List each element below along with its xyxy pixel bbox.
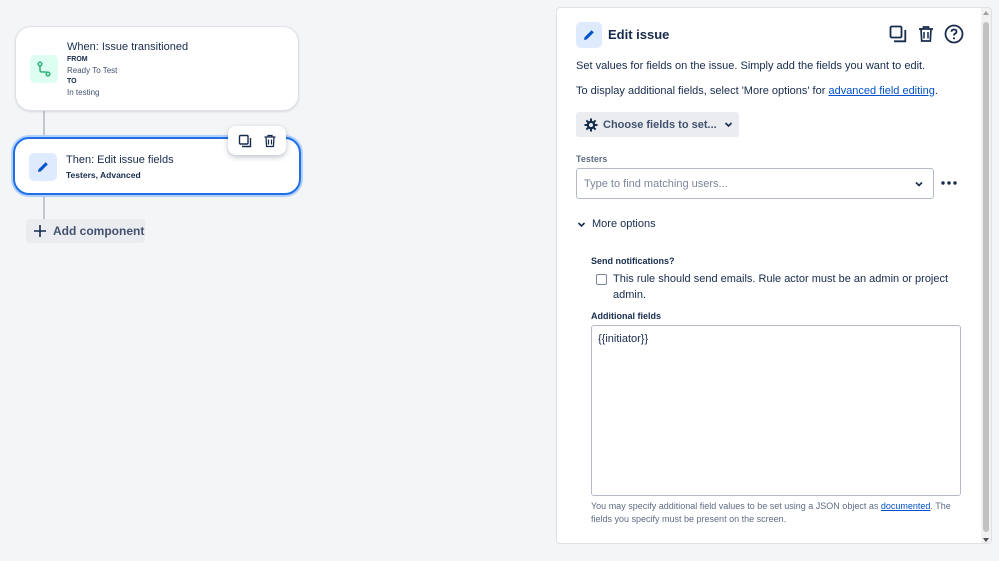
panel-actions (887, 23, 965, 45)
additional-fields-textarea[interactable]: {{initiator}} (591, 325, 961, 496)
to-value: In testing (67, 88, 100, 97)
trigger-title: When: Issue transitioned (67, 41, 189, 53)
panel-scrollbar[interactable] (981, 8, 991, 543)
connector-line (43, 111, 45, 138)
advanced-field-editing-link[interactable]: advanced field editing (828, 85, 934, 97)
more-options-label: More options (592, 218, 656, 230)
pencil-icon (29, 153, 57, 181)
scroll-down-icon[interactable] (983, 538, 989, 542)
choose-fields-label: Choose fields to set... (603, 118, 717, 131)
card-toolbar (228, 126, 286, 155)
additional-fields-label: Additional fields (591, 311, 662, 321)
trash-icon[interactable] (259, 130, 281, 152)
send-notifications-label: Send notifications? (591, 256, 675, 266)
from-value: Ready To Test (67, 66, 118, 75)
add-component-label: Add component (53, 224, 145, 238)
testers-user-picker[interactable]: Type to find matching users... (576, 168, 934, 199)
more-actions-icon[interactable] (940, 176, 958, 190)
chevron-down-icon[interactable] (914, 179, 924, 189)
testers-placeholder: Type to find matching users... (584, 177, 728, 190)
trigger-card[interactable]: When: Issue transitioned FROM Ready To T… (15, 26, 299, 111)
choose-fields-button[interactable]: Choose fields to set... (576, 112, 739, 137)
help-text: You may specify additional field values … (591, 501, 881, 511)
additional-fields-help: You may specify additional field values … (591, 500, 971, 526)
help-icon[interactable] (943, 23, 965, 45)
from-label: FROM (67, 56, 88, 63)
plus-icon (33, 224, 47, 238)
scrollbar-thumb[interactable] (983, 22, 989, 532)
trash-icon[interactable] (915, 23, 937, 45)
description-advanced: To display additional fields, select 'Mo… (576, 85, 938, 97)
chevron-down-icon (724, 120, 733, 129)
description-advanced-text: To display additional fields, select 'Mo… (576, 85, 829, 97)
panel-title: Edit issue (608, 27, 670, 42)
chevron-down-icon (577, 220, 586, 229)
action-subtitle: Testers, Advanced (66, 170, 141, 180)
edit-issue-panel: Edit issue Set values for fields on the … (556, 7, 992, 544)
rule-canvas: When: Issue transitioned FROM Ready To T… (0, 0, 548, 561)
transition-icon (30, 55, 58, 83)
scroll-up-icon[interactable] (983, 11, 989, 15)
duplicate-icon[interactable] (887, 23, 909, 45)
more-options-toggle[interactable]: More options (577, 218, 656, 230)
send-emails-checkbox[interactable] (596, 274, 607, 285)
description-advanced-suffix: . (934, 85, 938, 97)
to-label: TO (67, 78, 77, 85)
description-text: Set values for fields on the issue. Simp… (576, 60, 926, 72)
send-emails-text: This rule should send emails. Rule actor… (613, 273, 949, 301)
gear-icon (584, 118, 598, 132)
action-title: Then: Edit issue fields (66, 154, 174, 166)
documented-link[interactable]: documented (881, 501, 931, 511)
connector-line (43, 195, 45, 219)
testers-label: Testers (576, 154, 608, 164)
add-component-button[interactable]: Add component (26, 219, 145, 243)
pencil-icon (576, 22, 602, 48)
duplicate-icon[interactable] (234, 130, 256, 152)
